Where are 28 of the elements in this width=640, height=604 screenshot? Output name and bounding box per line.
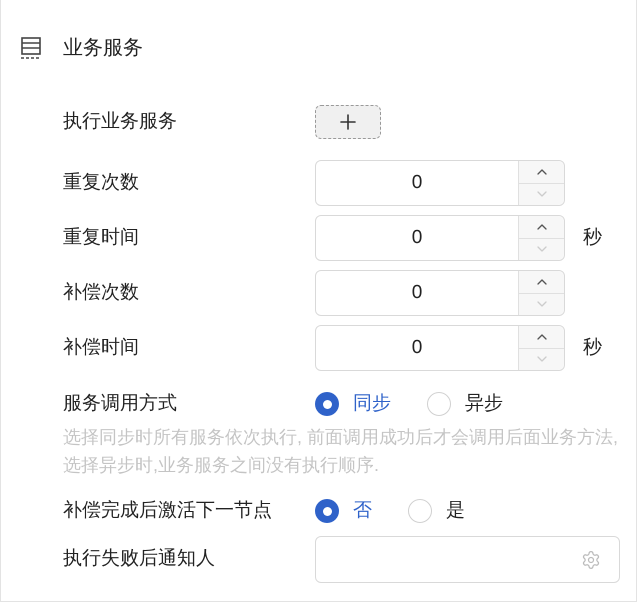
add-button[interactable] [315, 105, 381, 139]
field-label: 补偿时间 [63, 336, 139, 358]
settings-icon [581, 550, 601, 570]
radio-option[interactable]: 否 [315, 496, 372, 526]
section-title: 业务服务 [63, 36, 143, 61]
field-label: 执行业务服务 [63, 110, 177, 132]
radio-checked-icon [315, 499, 339, 523]
radio-option[interactable]: 异步 [427, 390, 503, 418]
hint-text: 选择同步时所有服务依次执行, 前面调用成功后才会调用后面业务方法, 选择异步时,业务服务之间没有执行顺序. [63, 426, 619, 477]
field-label: 补偿次数 [63, 282, 139, 303]
field-label: 重复次数 [63, 172, 139, 193]
field-label: 服务调用方式 [63, 392, 177, 414]
radio-unchecked-icon [427, 392, 451, 416]
number-field[interactable]: 0 [315, 270, 565, 316]
radio-checked-icon [315, 392, 339, 416]
field-label: 重复时间 [63, 226, 139, 248]
number-field[interactable]: 0 [315, 325, 565, 371]
radio-option[interactable]: 同步 [315, 390, 391, 418]
field-label: 补偿完成后激活下一节点 [63, 500, 272, 521]
radio-unchecked-icon [408, 499, 432, 523]
field-label: 执行失败后通知人 [63, 548, 215, 570]
radio-option[interactable]: 是 [408, 496, 465, 526]
unit-label: 秒 [583, 226, 602, 250]
server-icon [21, 37, 41, 59]
unit-label: 秒 [583, 336, 602, 360]
picker-field[interactable] [315, 536, 620, 583]
number-field[interactable]: 0 [315, 215, 565, 261]
number-field[interactable]: 0 [315, 160, 565, 206]
